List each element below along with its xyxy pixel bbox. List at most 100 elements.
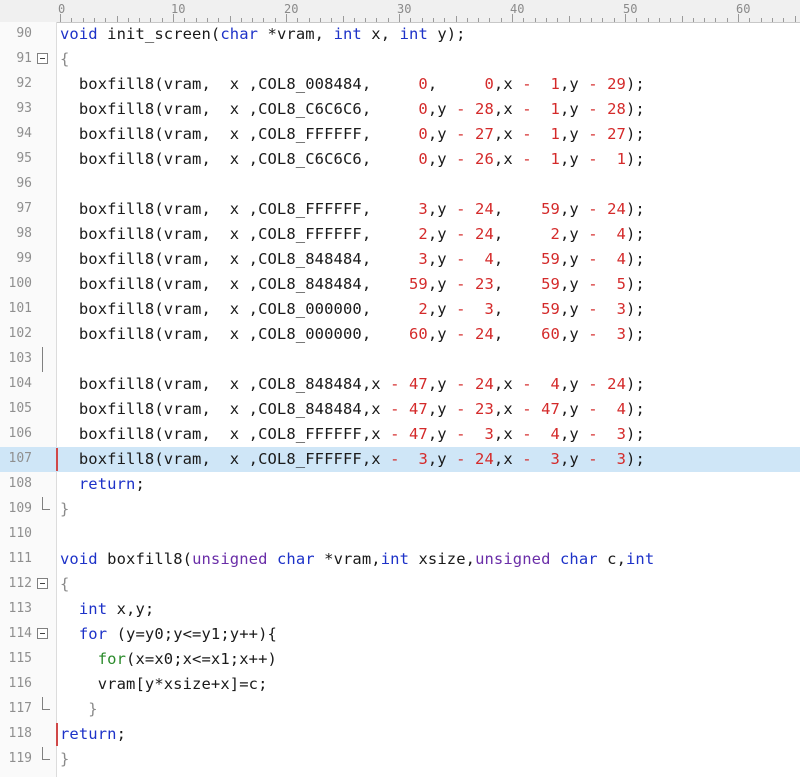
code-token: - [522,400,532,418]
code-token: ); [626,200,645,218]
ruler-label: 60 [736,2,751,16]
code-token: - [456,275,466,293]
code-token: 1 [550,100,560,118]
code-token: - [522,150,532,168]
fold-end-icon [42,497,50,510]
code-line[interactable]: 111 void boxfill8(unsigned char *vram,int… [0,547,800,572]
line-number: 119 [8,751,32,766]
code-line[interactable]: 112 { [0,572,800,597]
code-token: 0 [418,75,428,93]
code-line[interactable]: 97 boxfill8(vram, x ,COL8_FFFFFF, 3,y - … [0,197,800,222]
code-token: void [60,25,98,43]
code-token: - [522,100,532,118]
fold-collapse-icon[interactable] [37,578,48,589]
code-token: ); [626,450,645,468]
code-text: boxfill8(vram, x ,COL8_000000, 2,y - 3, … [60,300,645,318]
code-line[interactable]: 114 for (y=y0;y<=y1;y++){ [0,622,800,647]
column-ruler: 0 10 20 30 40 50 60 [0,0,800,23]
code-token: (x=x0;x<=x1;x++) [126,650,277,668]
code-token: boxfill8(vram, x ,COL8_848484, [60,275,409,293]
code-token: ,x [493,75,523,93]
code-token: ,x [493,400,523,418]
code-line[interactable]: 98 boxfill8(vram, x ,COL8_FFFFFF, 2,y - … [0,222,800,247]
code-token: ); [626,300,645,318]
code-token: 3 [484,300,494,318]
code-line[interactable]: 109} [0,497,800,522]
code-line[interactable]: 108 return; [0,472,800,497]
code-token: boxfill8(vram, x ,COL8_FFFFFF, [60,125,419,143]
code-token: boxfill8(vram, x ,COL8_FFFFFF,x [60,450,391,468]
code-line[interactable]: 116 vram[y*xsize+x]=c; [0,672,800,697]
code-line[interactable]: 95 boxfill8(vram, x ,COL8_C6C6C6, 0,y - … [0,147,800,172]
code-line[interactable]: 113 int x,y; [0,597,800,622]
code-text: vram[y*xsize+x]=c; [60,675,268,693]
code-line[interactable]: 99 boxfill8(vram, x ,COL8_848484, 3,y - … [0,247,800,272]
code-line[interactable]: 93 boxfill8(vram, x ,COL8_C6C6C6, 0,y - … [0,97,800,122]
code-token: 3 [418,200,428,218]
code-token: boxfill8(vram, x ,COL8_000000, [60,300,419,318]
code-line[interactable]: 103 [0,347,800,372]
code-text: boxfill8(vram, x ,COL8_C6C6C6, 0,y - 26,… [60,150,645,168]
code-token: unsigned [475,550,551,568]
code-line[interactable]: 104 boxfill8(vram, x ,COL8_848484,x - 47… [0,372,800,397]
ruler-label: 0 [58,2,66,16]
code-token: { [60,50,70,68]
code-token: { [60,575,70,593]
code-line[interactable]: 90 void init_screen(char *vram, int x, in… [0,22,800,47]
code-editor[interactable]: 90 void init_screen(char *vram, int x, in… [0,22,800,777]
code-line[interactable]: 94 boxfill8(vram, x ,COL8_FFFFFF, 0,y - … [0,122,800,147]
code-text: boxfill8(vram, x ,COL8_848484, 3,y - 4, … [60,250,645,268]
code-token: boxfill8(vram, x ,COL8_FFFFFF, [60,200,419,218]
code-line[interactable]: 92 boxfill8(vram, x ,COL8_008484, 0, 0,x… [0,72,800,97]
code-line[interactable]: 96 [0,172,800,197]
code-token: void [60,550,98,568]
code-token: char [220,25,259,43]
code-line[interactable]: 100 boxfill8(vram, x ,COL8_848484, 59,y … [0,272,800,297]
code-line[interactable]: 106 boxfill8(vram, x ,COL8_FFFFFF,x - 47… [0,422,800,447]
code-token: ); [625,225,645,243]
code-line[interactable]: 101 boxfill8(vram, x ,COL8_000000, 2,y -… [0,297,800,322]
code-token: , [427,75,485,93]
ruler-label: 50 [623,2,638,16]
code-token: 4 [550,425,560,443]
code-token: } [60,750,70,768]
code-token: ,y [559,375,589,393]
code-token: - [588,100,598,118]
code-token: boxfill8(vram, x ,COL8_848484,x [60,400,391,418]
code-token: 2 [418,300,428,318]
fold-collapse-icon[interactable] [37,53,48,64]
code-token: - [588,425,598,443]
code-token: 23 [475,275,494,293]
code-token: unsigned [192,550,268,568]
code-text: boxfill8(vram, x ,COL8_FFFFFF,x - 3,y - … [60,450,645,468]
code-line[interactable]: 107 boxfill8(vram, x ,COL8_FFFFFF,x - 3,… [0,447,800,472]
code-token: ); [626,150,645,168]
code-line[interactable]: 119} [0,747,800,772]
code-line[interactable]: 105 boxfill8(vram, x ,COL8_848484,x - 47… [0,397,800,422]
code-text: boxfill8(vram, x ,COL8_FFFFFF, 3,y - 24,… [60,200,645,218]
code-token: - [456,200,466,218]
code-line[interactable]: 102 boxfill8(vram, x ,COL8_000000, 60,y … [0,322,800,347]
code-line[interactable]: 110 [0,522,800,547]
code-line[interactable]: 115 for(x=x0;x<=x1;x++) [0,647,800,672]
code-token: , [493,225,551,243]
line-number: 113 [8,601,32,616]
code-line[interactable]: 117 } [0,697,800,722]
code-token: char [559,550,598,568]
fold-end-icon [42,747,50,760]
code-line[interactable]: 118 return; [0,722,800,747]
code-line[interactable]: 91 { [0,47,800,72]
code-token: 0 [484,75,494,93]
code-token: 26 [475,150,494,168]
fold-collapse-icon[interactable] [37,628,48,639]
code-text: void boxfill8(unsigned char *vram,int xs… [60,550,654,568]
code-token: c, [597,550,626,568]
